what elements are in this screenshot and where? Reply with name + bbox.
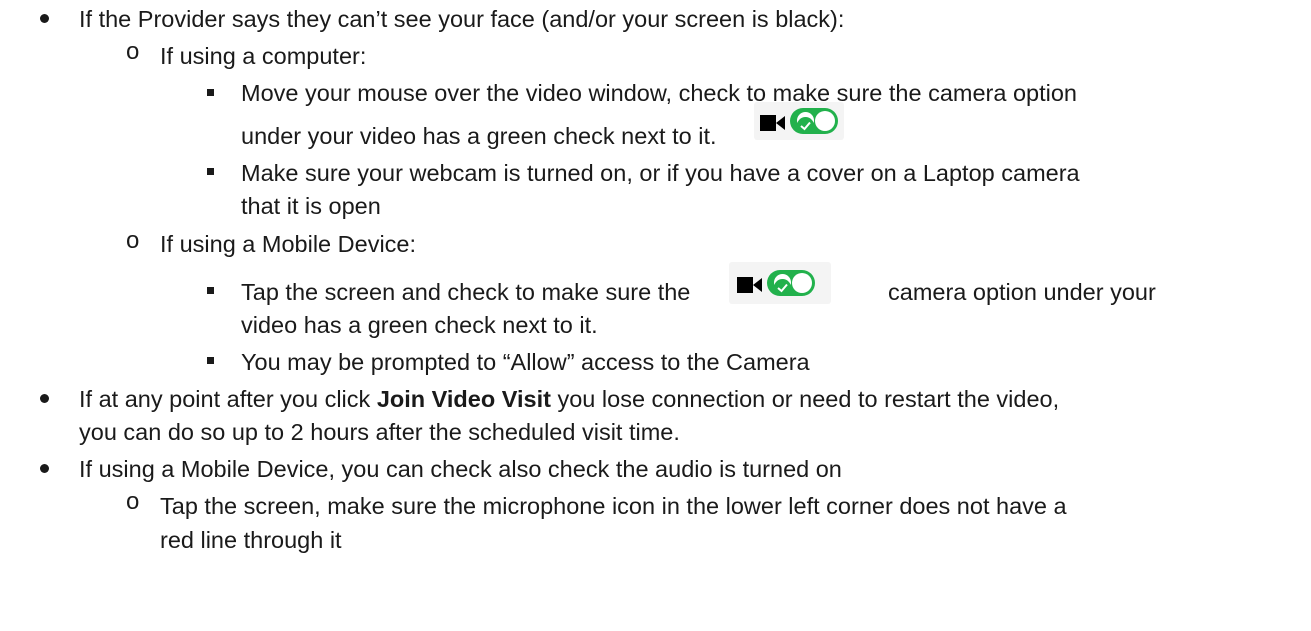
bullet-square bbox=[207, 168, 214, 175]
camera-toggle-image bbox=[729, 262, 831, 304]
bullet-square bbox=[207, 357, 214, 364]
instruction-text: Move your mouse over the video window, c… bbox=[241, 80, 1077, 106]
instruction-text: video has a green check next to it. bbox=[241, 312, 598, 338]
text-segment: you lose connection or need to restart t… bbox=[550, 386, 1060, 412]
video-camera-icon bbox=[760, 111, 786, 131]
instruction-text: you can do so up to 2 hours after the sc… bbox=[79, 419, 680, 445]
bullet-disc bbox=[40, 394, 49, 403]
bullet-disc bbox=[40, 14, 49, 23]
video-camera-icon bbox=[737, 273, 763, 293]
instruction-text: camera option under your bbox=[888, 279, 1156, 305]
toggle-switch-icon bbox=[767, 270, 815, 296]
text-segment: If at any point after you click bbox=[79, 386, 377, 412]
instruction-text: If using a Mobile Device: bbox=[160, 231, 417, 257]
instruction-text: Tap the screen, make sure the microphone… bbox=[160, 493, 1067, 519]
document-page: If the Provider says they can’t see your… bbox=[0, 0, 1311, 631]
instruction-text: under your video has a green check next … bbox=[241, 123, 717, 149]
join-video-visit-label: Join Video Visit bbox=[376, 386, 551, 412]
instruction-text: If at any point after you click Join Vid… bbox=[79, 385, 1059, 413]
toggle-knob bbox=[815, 111, 835, 131]
bullet-disc bbox=[40, 464, 49, 473]
instruction-text: You may be prompted to “Allow” access to… bbox=[241, 349, 810, 375]
bullet-square bbox=[207, 287, 214, 294]
instruction-text: If using a computer: bbox=[160, 43, 367, 69]
instruction-text: Make sure your webcam is turned on, or i… bbox=[241, 160, 1080, 186]
check-icon bbox=[797, 112, 814, 134]
bullet-circle: o bbox=[126, 227, 140, 254]
check-icon bbox=[774, 274, 791, 296]
bullet-circle: o bbox=[126, 38, 140, 65]
toggle-knob bbox=[792, 273, 812, 293]
instruction-text: red line through it bbox=[160, 527, 342, 553]
instruction-text: Tap the screen and check to make sure th… bbox=[241, 279, 691, 305]
toggle-switch-icon bbox=[790, 108, 838, 134]
instruction-text: If using a Mobile Device, you can check … bbox=[79, 456, 842, 482]
camera-toggle-image bbox=[754, 102, 844, 140]
instruction-text: If the Provider says they can’t see your… bbox=[79, 6, 845, 32]
bullet-square bbox=[207, 89, 214, 96]
instruction-text: that it is open bbox=[241, 193, 381, 219]
bullet-circle: o bbox=[126, 488, 140, 515]
